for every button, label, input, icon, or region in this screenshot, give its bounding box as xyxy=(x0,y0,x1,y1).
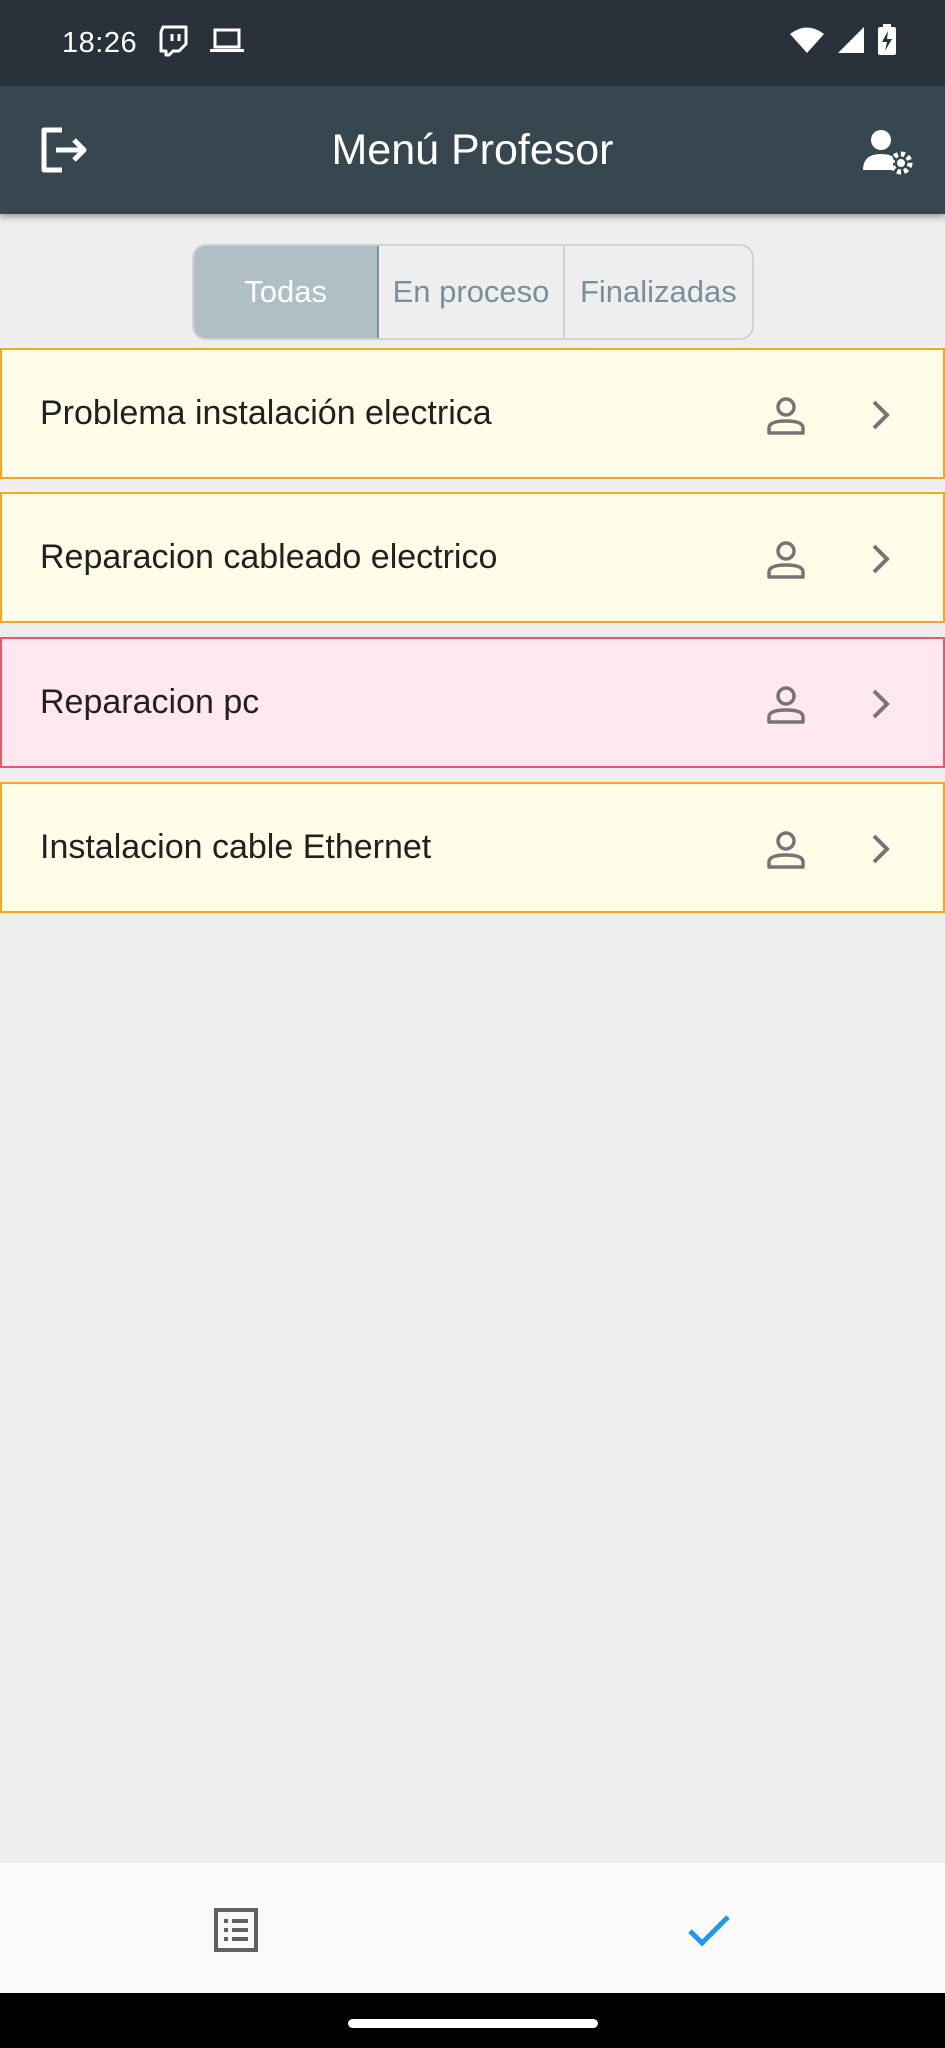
battery-charging-icon xyxy=(877,24,897,61)
chevron-right-icon[interactable] xyxy=(868,542,894,576)
check-icon[interactable] xyxy=(686,1909,732,1951)
tab-todas[interactable]: Todas xyxy=(194,246,380,338)
laptop-icon xyxy=(209,27,245,60)
bottom-nav xyxy=(0,1863,945,1993)
chevron-right-icon[interactable] xyxy=(868,398,894,432)
status-time: 18:26 xyxy=(62,26,138,59)
incident-title: Problema instalación electrica xyxy=(40,394,492,432)
page-title: Menú Profesor xyxy=(331,125,614,174)
list-icon[interactable] xyxy=(213,1907,259,1953)
twitch-icon xyxy=(159,25,189,62)
logout-icon[interactable] xyxy=(38,124,90,176)
chevron-right-icon[interactable] xyxy=(868,687,894,721)
tab-finalizadas[interactable]: Finalizadas xyxy=(565,246,752,338)
person-icon xyxy=(766,540,806,580)
person-icon xyxy=(766,830,806,870)
system-gesture-bar xyxy=(0,1993,945,2048)
user-settings-icon[interactable] xyxy=(863,126,915,178)
incident-title: Reparacion cableado electrico xyxy=(40,538,498,576)
signal-icon xyxy=(837,25,865,60)
incident-row[interactable]: Problema instalación electrica xyxy=(0,348,945,479)
wifi-icon xyxy=(789,25,825,60)
filter-tabs: Todas En proceso Finalizadas xyxy=(192,244,754,340)
incident-row[interactable]: Reparacion cableado electrico xyxy=(0,492,945,623)
tab-en-proceso[interactable]: En proceso xyxy=(379,246,565,338)
status-bar: 18:26 xyxy=(0,0,945,86)
incident-row[interactable]: Instalacion cable Ethernet xyxy=(0,782,945,913)
person-icon xyxy=(766,685,806,725)
home-gesture-handle[interactable] xyxy=(348,2019,598,2028)
incident-row[interactable]: Reparacion pc xyxy=(0,637,945,768)
chevron-right-icon[interactable] xyxy=(868,832,894,866)
person-icon xyxy=(766,396,806,436)
incident-title: Instalacion cable Ethernet xyxy=(40,828,432,866)
incident-title: Reparacion pc xyxy=(40,683,260,721)
app-bar: Menú Profesor xyxy=(0,86,945,214)
